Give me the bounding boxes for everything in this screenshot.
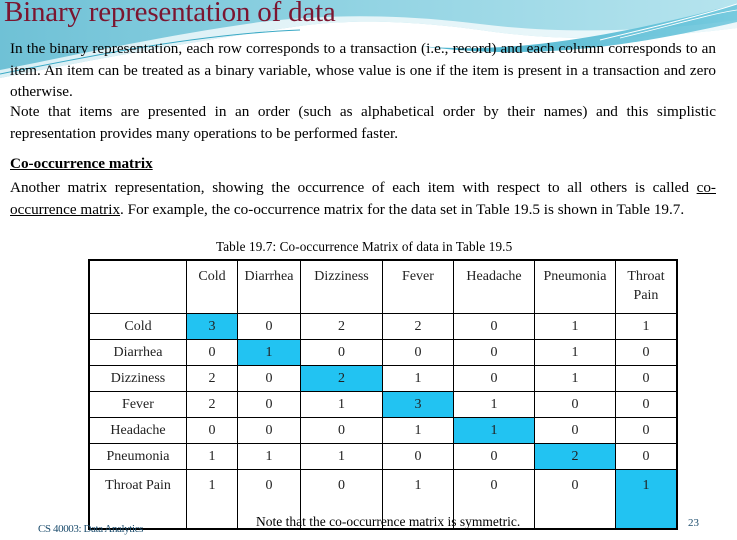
table-cell: 0	[615, 365, 678, 392]
table-cell: 2	[382, 313, 454, 340]
column-header: Diarrhea	[237, 259, 301, 314]
table-cell: 0	[615, 391, 678, 418]
slide-title: Binary representation of data	[4, 0, 336, 28]
header-corner-cell	[88, 259, 187, 314]
table-cell: 1	[186, 469, 238, 530]
table-row: Pneumonia 1 1 1 0 0 2 0	[88, 443, 678, 470]
row-header: Headache	[88, 417, 187, 444]
diagonal-cell: 2	[534, 443, 616, 470]
row-header: Fever	[88, 391, 187, 418]
column-header: Dizziness	[300, 259, 383, 314]
table-caption: Table 19.7: Co-occurrence Matrix of data…	[216, 239, 513, 254]
table-cell: 1	[237, 443, 301, 470]
row-header: Dizziness	[88, 365, 187, 392]
table-row: Cold 3 0 2 2 0 1 1	[88, 313, 678, 340]
column-header: Headache	[453, 259, 535, 314]
table-row: Diarrhea 0 1 0 0 0 1 0	[88, 339, 678, 366]
table-cell: 0	[300, 417, 383, 444]
table-cell: 2	[186, 391, 238, 418]
page-number: 23	[688, 517, 699, 529]
symmetric-note: Note that the co-occurrence matrix is sy…	[256, 514, 521, 529]
table-cell: 0	[300, 339, 383, 366]
table-cell: 0	[237, 313, 301, 340]
table-cell: 0	[534, 469, 616, 530]
table-cell: 1	[382, 417, 454, 444]
diagonal-cell: 1	[453, 417, 535, 444]
table-cell: 1	[534, 313, 616, 340]
table-cell: 2	[186, 365, 238, 392]
table-cell: 0	[237, 417, 301, 444]
co-occurrence-table: Cold Diarrhea Dizziness Fever Headache P…	[88, 259, 678, 530]
table-cell: 0	[237, 391, 301, 418]
table-cell: 1	[534, 365, 616, 392]
table-cell: 0	[534, 417, 616, 444]
table-cell: 0	[186, 339, 238, 366]
row-header: Diarrhea	[88, 339, 187, 366]
table-cell: 1	[534, 339, 616, 366]
column-header: Fever	[382, 259, 454, 314]
table-cell: 1	[300, 443, 383, 470]
table-cell: 1	[186, 443, 238, 470]
diagonal-cell: 1	[237, 339, 301, 366]
diagonal-cell: 1	[615, 469, 678, 530]
table-cell: 0	[186, 417, 238, 444]
column-header: Throat Pain	[615, 259, 678, 314]
table-row: Dizziness 2 0 2 1 0 1 0	[88, 365, 678, 392]
table-cell: 0	[453, 443, 535, 470]
table-cell: 0	[615, 339, 678, 366]
table-cell: 1	[615, 313, 678, 340]
diagonal-cell: 3	[186, 313, 238, 340]
table-cell: 0	[453, 313, 535, 340]
row-header: Cold	[88, 313, 187, 340]
table-cell: 0	[453, 365, 535, 392]
column-header: Cold	[186, 259, 238, 314]
table-cell: 1	[300, 391, 383, 418]
paragraph-co-occurrence: Another matrix representation, showing t…	[10, 177, 716, 220]
table-cell: 0	[453, 339, 535, 366]
table-cell: 0	[382, 443, 454, 470]
row-header: Throat Pain	[88, 469, 187, 530]
paragraph-item-order: Note that items are presented in an orde…	[10, 103, 716, 142]
table-cell: 0	[615, 417, 678, 444]
footer-course-label: CS 40003: Data Analytics	[38, 523, 143, 535]
table-cell: 2	[300, 313, 383, 340]
column-header: Pneumonia	[534, 259, 616, 314]
table-cell: 0	[237, 365, 301, 392]
diagonal-cell: 2	[300, 365, 383, 392]
table-cell: 0	[382, 339, 454, 366]
paragraph-co-occurrence-post: . For example, the co-occurrence matrix …	[120, 200, 685, 218]
table-cell: 0	[534, 391, 616, 418]
table-cell: 1	[453, 391, 535, 418]
paragraph-binary-representation: In the binary representation, each row c…	[10, 40, 716, 100]
row-header: Pneumonia	[88, 443, 187, 470]
table-cell: 1	[382, 365, 454, 392]
paragraph-co-occurrence-pre: Another matrix representation, showing t…	[10, 179, 697, 196]
diagonal-cell: 3	[382, 391, 454, 418]
section-title-co-occurrence: Co-occurrence matrix	[10, 155, 153, 172]
table-header-row: Cold Diarrhea Dizziness Fever Headache P…	[88, 259, 678, 314]
table-row: Headache 0 0 0 1 1 0 0	[88, 417, 678, 444]
table-cell: 0	[615, 443, 678, 470]
table-row: Fever 2 0 1 3 1 0 0	[88, 391, 678, 418]
